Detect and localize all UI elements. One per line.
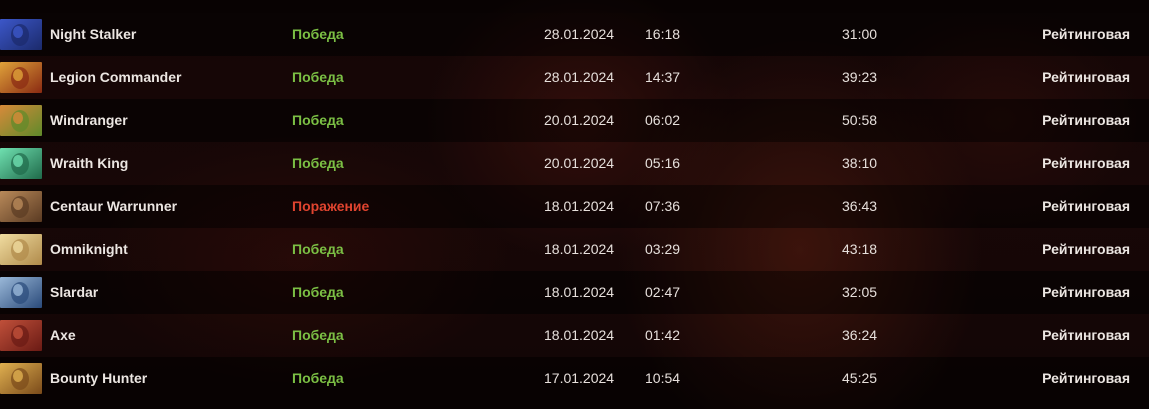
match-mode: Рейтинговая: [1042, 198, 1130, 214]
windranger-hero-icon: [0, 105, 42, 136]
match-date: 17.01.2024: [544, 370, 615, 386]
match-duration: 36:24: [842, 327, 878, 343]
match-result: Победа: [292, 327, 344, 343]
match-result: Поражение: [292, 198, 370, 214]
match-row[interactable]: Wraith King Победа 20.01.2024 05:16 38:10 Рей…: [0, 142, 1149, 185]
match-time: 16:18: [645, 26, 681, 42]
match-mode: Рейтинговая: [1042, 284, 1130, 300]
match-mode: Рейтинговая: [1042, 112, 1130, 128]
match-duration: 45:25: [842, 370, 878, 386]
hero-name: Night Stalker: [50, 26, 137, 42]
match-result: Победа: [292, 370, 344, 386]
match-row[interactable]: Omniknight Победа 18.01.2024 03:29 43:18 Рейт…: [0, 228, 1149, 271]
next-row-edge: [0, 400, 1149, 409]
match-row[interactable]: Axe Победа 18.01.2024 01:42 36:24 Рейтинговая: [0, 314, 1149, 357]
match-mode: Рейтинговая: [1042, 26, 1130, 42]
match-list: Night Stalker Победа 28.01.2024 16:18 31:00 Р…: [0, 13, 1149, 400]
match-row[interactable]: Bounty Hunter Победа 17.01.2024 10:54 45:25 Р…: [0, 357, 1149, 400]
match-mode: Рейтинговая: [1042, 327, 1130, 343]
match-row[interactable]: Windranger Победа 20.01.2024 06:02 50:58 Рейт…: [0, 99, 1149, 142]
legion-commander-hero-icon: [0, 62, 42, 93]
match-time: 05:16: [645, 155, 681, 171]
match-date: 20.01.2024: [544, 112, 615, 128]
match-date: 18.01.2024: [544, 284, 615, 300]
match-duration: 50:58: [842, 112, 878, 128]
match-row[interactable]: Night Stalker Победа 28.01.2024 16:18 31:00 Р…: [0, 13, 1149, 56]
hero-name: Windranger: [50, 112, 128, 128]
match-date: 18.01.2024: [544, 241, 615, 257]
match-time: 03:29: [645, 241, 681, 257]
match-result: Победа: [292, 155, 344, 171]
match-date: 28.01.2024: [544, 69, 615, 85]
night-stalker-hero-icon: [0, 19, 42, 50]
match-row[interactable]: Legion Commander Победа 28.01.2024 14:37 39:…: [0, 56, 1149, 99]
previous-row-edge: [0, 0, 1149, 13]
axe-hero-icon: [0, 320, 42, 351]
match-row[interactable]: Slardar Победа 18.01.2024 02:47 32:05 Рейтинг…: [0, 271, 1149, 314]
match-time: 07:36: [645, 198, 681, 214]
omniknight-hero-icon: [0, 234, 42, 265]
match-result: Победа: [292, 284, 344, 300]
match-mode: Рейтинговая: [1042, 241, 1130, 257]
match-duration: 32:05: [842, 284, 878, 300]
match-duration: 36:43: [842, 198, 878, 214]
match-time: 06:02: [645, 112, 681, 128]
slardar-hero-icon: [0, 277, 42, 308]
match-time: 02:47: [645, 284, 681, 300]
match-duration: 39:23: [842, 69, 878, 85]
match-date: 18.01.2024: [544, 327, 615, 343]
wraith-king-hero-icon: [0, 148, 42, 179]
match-date: 20.01.2024: [544, 155, 615, 171]
match-result: Победа: [292, 112, 344, 128]
hero-name: Wraith King: [50, 155, 129, 171]
match-result: Победа: [292, 69, 344, 85]
match-result: Победа: [292, 26, 344, 42]
match-history-panel: Night Stalker Победа 28.01.2024 16:18 31:00 Р…: [0, 0, 1149, 409]
hero-name: Omniknight: [50, 241, 128, 257]
match-result: Победа: [292, 241, 344, 257]
hero-name: Bounty Hunter: [50, 370, 148, 386]
match-time: 01:42: [645, 327, 681, 343]
match-date: 28.01.2024: [544, 26, 615, 42]
match-time: 14:37: [645, 69, 681, 85]
match-duration: 43:18: [842, 241, 878, 257]
match-row[interactable]: Centaur Warrunner Поражение 18.01.2024 07:3…: [0, 185, 1149, 228]
hero-name: Legion Commander: [50, 69, 182, 85]
match-mode: Рейтинговая: [1042, 370, 1130, 386]
bounty-hunter-hero-icon: [0, 363, 42, 394]
centaur-warrunner-hero-icon: [0, 191, 42, 222]
hero-name: Centaur Warrunner: [50, 198, 178, 214]
match-mode: Рейтинговая: [1042, 69, 1130, 85]
match-date: 18.01.2024: [544, 198, 615, 214]
match-duration: 38:10: [842, 155, 878, 171]
match-mode: Рейтинговая: [1042, 155, 1130, 171]
match-duration: 31:00: [842, 26, 878, 42]
hero-name: Slardar: [50, 284, 99, 300]
hero-name: Axe: [50, 327, 76, 343]
match-time: 10:54: [645, 370, 681, 386]
